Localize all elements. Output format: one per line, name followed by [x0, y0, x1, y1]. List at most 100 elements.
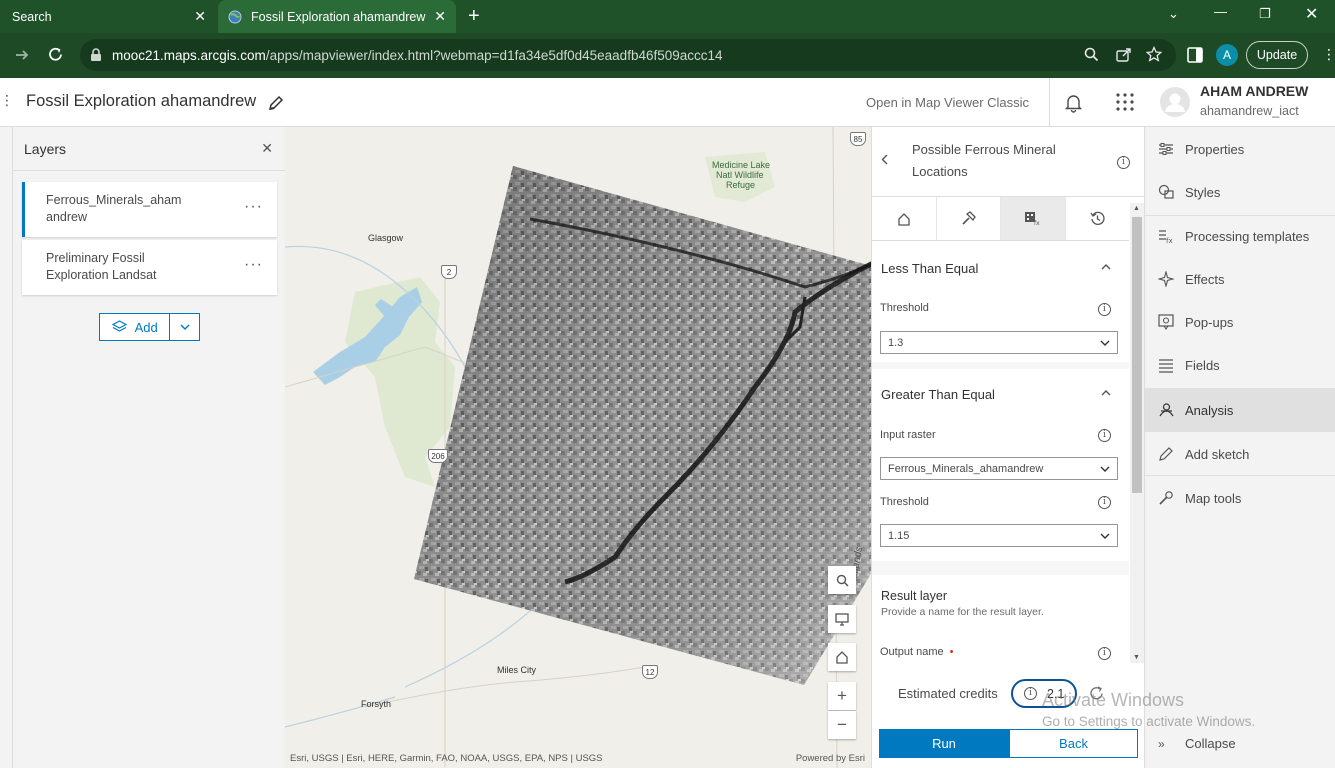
collapse-section-icon[interactable]: [1101, 264, 1111, 270]
tab-fossil-exploration[interactable]: Fossil Exploration ahamandrew ✕: [218, 0, 456, 33]
svg-text:fx: fx: [1034, 220, 1040, 226]
scroll-down-icon[interactable]: ▼: [1133, 654, 1140, 661]
notifications-bell-icon[interactable]: [1064, 93, 1083, 113]
analysis-icon: [1158, 402, 1175, 418]
close-tab-icon[interactable]: ✕: [434, 8, 446, 24]
share-icon[interactable]: [1116, 47, 1132, 62]
info-icon: i: [1024, 687, 1037, 700]
layers-title: Layers: [24, 141, 67, 157]
address-bar[interactable]: mooc21.maps.arcgis.com/apps/mapviewer/in…: [80, 39, 1176, 71]
layers-panel: Layers ✕ Ferrous_Minerals_aham andrew ··…: [13, 127, 285, 768]
left-toolbar: [0, 127, 13, 768]
threshold-select[interactable]: 1.15: [880, 524, 1118, 547]
sketch-icon: [1158, 446, 1174, 462]
chevron-down-icon: [180, 324, 190, 330]
app-menu-icon[interactable]: ⋮: [0, 92, 14, 109]
scrollbar-thumb[interactable]: [1132, 217, 1142, 493]
threshold-value: 1.3: [888, 337, 904, 349]
run-button[interactable]: Run: [879, 729, 1009, 758]
threshold-value: 1.15: [888, 530, 910, 542]
update-button[interactable]: Update: [1246, 41, 1308, 69]
rail-label: Properties: [1185, 141, 1245, 157]
map-title: Fossil Exploration ahamandrew: [26, 92, 257, 110]
tab-history[interactable]: [1066, 197, 1130, 240]
app-launcher-grid-icon[interactable]: [1116, 93, 1134, 111]
info-icon[interactable]: i: [1098, 496, 1111, 509]
layer-item-ferrous-minerals[interactable]: Ferrous_Minerals_aham andrew ···: [22, 182, 277, 237]
tab-raster-functions[interactable]: fx: [1001, 197, 1066, 240]
back-chevron-icon[interactable]: [881, 154, 888, 165]
powered-by-esri[interactable]: Powered by Esri: [796, 753, 865, 764]
rail-item-styles[interactable]: Styles: [1145, 170, 1335, 214]
info-icon[interactable]: i: [1098, 303, 1111, 316]
edit-title-icon[interactable]: [268, 95, 284, 111]
search-map-button[interactable]: [828, 566, 856, 594]
reload-icon[interactable]: [47, 46, 64, 63]
search-page-icon[interactable]: [1084, 47, 1099, 62]
home-icon: [898, 212, 910, 226]
rail-item-map-tools[interactable]: Map tools: [1145, 476, 1335, 520]
info-icon[interactable]: i: [1117, 156, 1130, 169]
threshold-select[interactable]: 1.3: [880, 331, 1118, 354]
double-chevron-right-icon: »: [1158, 737, 1165, 751]
analysis-header: Possible Ferrous Mineral Locations i: [872, 127, 1144, 197]
close-window-icon[interactable]: ✕: [1305, 4, 1318, 24]
zoom-in-button[interactable]: +: [828, 682, 856, 710]
output-name-text: Output name: [880, 646, 944, 658]
user-id: ahamandrew_iact: [1200, 104, 1299, 118]
info-icon[interactable]: i: [1098, 647, 1111, 660]
analysis-scrollbar[interactable]: ▲ ▼: [1130, 203, 1144, 663]
map-view[interactable]: Medicine Lake Natl Wildlife Refuge Glasg…: [285, 127, 871, 768]
default-extent-button[interactable]: [828, 643, 856, 671]
output-name-label: Output name •: [880, 646, 954, 658]
rail-item-effects[interactable]: Effects: [1145, 257, 1335, 301]
back-button[interactable]: Back: [1009, 729, 1138, 758]
collapse-section-icon[interactable]: [1101, 390, 1111, 396]
add-layer-button[interactable]: Add: [100, 314, 171, 340]
section-heading: Less Than Equal: [881, 261, 979, 276]
analysis-panel: Possible Ferrous Mineral Locations i fx …: [871, 127, 1144, 768]
side-panel-icon[interactable]: [1187, 47, 1203, 63]
tab-tools[interactable]: [937, 197, 1001, 240]
close-tab-icon[interactable]: ✕: [194, 8, 206, 24]
tab-home[interactable]: [872, 197, 937, 240]
close-layers-icon[interactable]: ✕: [261, 140, 273, 157]
layer-options-icon[interactable]: ···: [244, 256, 263, 273]
collapse-label: Collapse: [1185, 735, 1236, 751]
rail-item-add-sketch[interactable]: Add sketch: [1145, 432, 1335, 476]
new-tab-button[interactable]: +: [468, 5, 480, 27]
open-classic-link[interactable]: Open in Map Viewer Classic: [866, 95, 1029, 110]
rail-item-properties[interactable]: Properties: [1145, 127, 1335, 171]
input-raster-select[interactable]: Ferrous_Minerals_ahamandrew: [880, 457, 1118, 480]
map-attribution[interactable]: Esri, USGS | Esri, HERE, Garmin, FAO, NO…: [290, 753, 603, 764]
zoom-out-button[interactable]: −: [828, 711, 856, 739]
add-dropdown-button[interactable]: [170, 314, 199, 340]
scroll-up-icon[interactable]: ▲: [1133, 205, 1140, 212]
layers-header: Layers ✕: [13, 127, 285, 171]
bookmark-star-icon[interactable]: [1146, 46, 1162, 62]
rail-item-processing-templates[interactable]: fx Processing templates: [1145, 214, 1335, 258]
restore-icon[interactable]: ❐: [1259, 6, 1271, 22]
chevron-down-icon: [1100, 340, 1110, 346]
analysis-tabs: fx: [872, 197, 1129, 241]
rail-item-fields[interactable]: Fields: [1145, 343, 1335, 387]
info-icon[interactable]: i: [1098, 429, 1111, 442]
browser-tab-strip: Search ✕ Fossil Exploration ahamandrew ✕…: [0, 0, 1335, 33]
user-avatar[interactable]: [1160, 87, 1190, 117]
profile-avatar[interactable]: A: [1216, 44, 1238, 66]
layer-options-icon[interactable]: ···: [244, 198, 263, 215]
minimize-icon[interactable]: —: [1214, 4, 1227, 19]
analysis-form: Less Than Equal Threshold i 1.3 Greater …: [872, 241, 1129, 663]
screen-view-button[interactable]: [828, 605, 856, 633]
tab-search-dropdown-icon[interactable]: ⌄: [1168, 6, 1179, 22]
forward-icon[interactable]: [14, 47, 30, 63]
map-label-glasgow: Glasgow: [368, 233, 404, 243]
tab-label: Search: [12, 9, 52, 24]
layer-item-preliminary-fossil[interactable]: Preliminary Fossil Exploration Landsat ·…: [22, 240, 277, 295]
home-icon: [836, 651, 848, 664]
rail-item-analysis[interactable]: Analysis: [1145, 388, 1335, 432]
rail-item-popups[interactable]: Pop-ups: [1145, 300, 1335, 344]
browser-menu-icon[interactable]: ⋮: [1322, 46, 1335, 63]
tab-search[interactable]: Search ✕: [0, 0, 216, 33]
highway-shield: 85: [850, 132, 866, 146]
